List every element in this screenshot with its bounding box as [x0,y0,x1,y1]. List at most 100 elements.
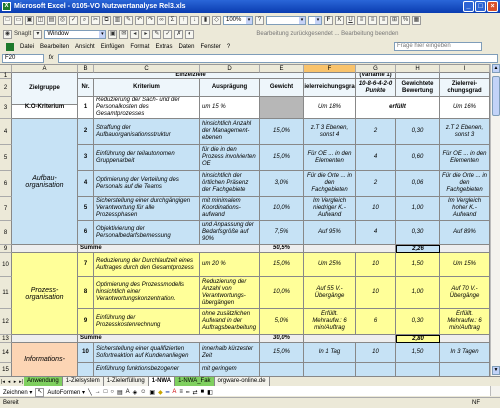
fill-color-icon[interactable]: ◆ [158,389,163,396]
nr-cell[interactable] [78,363,94,377]
zielerr-cell[interactable] [304,363,356,377]
auspraegung-cell[interactable]: ohne zusätzlichen Aufwand in der Auftrag… [200,309,260,335]
bewertung-cell[interactable]: 0,06 [396,171,440,197]
auspraegung-cell[interactable]: und Anpassung der Bedarfsgröße auf 90% [200,221,260,245]
pointer-icon[interactable]: ↖ [35,387,45,397]
copy-icon[interactable]: ⧉ [102,15,111,25]
col-header-d[interactable]: D [200,65,260,73]
auspraegung-cell[interactable]: Reduzierung der Anzahl von Verantwortung… [200,277,260,309]
zielerr-cell[interactable]: Auf 95% [304,221,356,245]
bewertung-cell[interactable] [396,363,440,377]
diagram-icon[interactable]: ◈ [133,389,138,396]
cut-icon[interactable]: ✂ [91,15,100,25]
clipart-icon[interactable]: ☺ [140,389,146,395]
punkte-cell[interactable]: 10 [356,343,396,363]
group-informations[interactable]: Informations- [12,343,78,377]
summe-bewertung[interactable]: 2,26 [396,245,440,253]
italic-icon[interactable]: K [335,15,344,25]
format-painter-icon[interactable]: ✎ [124,15,133,25]
worksheet-grid[interactable]: A B C D E F G H I 1 2 3 4 5 6 7 8 9 10 1… [0,64,490,396]
zi-cell[interactable]: Auf 89% [440,221,490,245]
line-icon[interactable]: ╲ [88,389,92,396]
gewicht-cell[interactable]: 10,0% [260,277,304,309]
row-header[interactable]: 14 [0,343,12,363]
menu-help[interactable]: ? [227,44,230,50]
row-header[interactable]: 3 [0,97,12,119]
kriterium-cell[interactable]: Reduzierung der Sach- und der Personalko… [94,97,200,119]
kriterium-cell[interactable]: Optimierung des Prozessmodells hinsichtl… [94,277,200,309]
review-reply-icon[interactable]: ✉ [119,29,129,39]
auspraegung-cell[interactable]: um 15 % [200,97,260,119]
borders-icon[interactable]: ▦ [412,15,421,25]
review-prev-icon[interactable]: ◂ [130,29,140,39]
gewicht-cell[interactable]: 10,0% [260,197,304,221]
zi-cell[interactable]: Um 16% [440,97,490,119]
auspraegung-cell[interactable]: mit geringem [200,363,260,377]
scroll-up-icon[interactable]: ▲ [492,64,500,73]
summe-gewicht[interactable]: 30,0% [260,335,304,343]
punkte-cell[interactable]: 10 [356,253,396,277]
bewertung-cell[interactable]: 1,50 [396,253,440,277]
nr-cell[interactable]: 9 [78,309,94,335]
nr-cell[interactable]: 7 [78,253,94,277]
vertical-scrollbar[interactable]: ▲ ▼ [490,64,500,396]
cell-f13[interactable] [304,335,396,343]
kriterium-header[interactable]: Kriterium [94,79,200,97]
row-header[interactable]: 4 [0,119,12,145]
gewicht-cell[interactable]: 15,0% [260,145,304,171]
gewicht-header[interactable]: Gewicht [260,79,304,97]
nr-cell[interactable]: 2 [78,119,94,145]
gewicht-cell[interactable]: 15,0% [260,343,304,363]
name-box[interactable]: F20 [2,53,44,63]
gewicht-cell[interactable]: 7,5% [260,221,304,245]
minimize-button[interactable]: _ [463,1,474,12]
cell-a9[interactable] [12,245,78,253]
kriterium-cell[interactable]: Objektivierung der Personalbedarfsbemess… [94,221,200,245]
snagit-icon[interactable]: ◉ [3,29,12,39]
zielerreichungsgrad-alt-header[interactable]: Zielerrei-chungsgrad [440,79,490,97]
fx-icon[interactable]: fx [46,55,56,61]
snagit-label[interactable]: SnagIt [14,31,31,37]
zeichnen-menu[interactable]: Zeichnen ▾ [3,389,32,396]
auspraegung-cell[interactable]: um 20 % [200,253,260,277]
cell-f9[interactable] [304,245,396,253]
punkte-cell[interactable]: 4 [356,221,396,245]
punkte-cell[interactable]: 2 [356,119,396,145]
zielerr-cell[interactable]: Im Vergleich niedriger K.-Aufwand [304,197,356,221]
col-header-c[interactable]: C [94,65,200,73]
open-icon[interactable]: ▭ [14,15,23,25]
permission-icon[interactable]: ◫ [36,15,45,25]
bewertung-cell[interactable]: 0,30 [396,309,440,335]
underline-icon[interactable]: U [346,15,355,25]
col-header-f[interactable]: F [304,65,356,73]
row-header[interactable]: 6 [0,171,12,197]
kriterium-cell[interactable]: Einführung der Prozesskostenrechnung [94,309,200,335]
summe-gewicht[interactable]: 50,5% [260,245,304,253]
kriterium-cell[interactable]: Straffung der Aufbauorganisationsstruktu… [94,119,200,145]
group-aufbau[interactable]: Aufbau-organisation [12,119,78,245]
hyperlink-icon[interactable]: ∞ [157,15,166,25]
snagit-window-combo[interactable]: Window ▾ [44,29,107,39]
tab-zielerfuellung[interactable]: 1-Zielerfüllung [103,377,149,386]
bewertung-cell[interactable]: 1,00 [396,197,440,221]
gewicht-cell[interactable]: 3,0% [260,171,304,197]
nr-cell[interactable]: 10 [78,343,94,363]
line-style-icon[interactable]: ≡ [179,389,183,395]
row-header[interactable]: 9 [0,245,12,253]
review-show-icon[interactable]: ◐ [185,29,195,39]
punkte-cell[interactable]: 10 [356,197,396,221]
row-header[interactable]: 5 [0,145,12,171]
bewertung-cell[interactable]: 0,30 [396,221,440,245]
bewertung-cell[interactable]: 0,60 [396,145,440,171]
zi-cell[interactable]: Auf 70 V.-Übergänge [440,277,490,309]
zielerr-cell[interactable]: z.T 3 Ebenen, sonst 4 [304,119,356,145]
summe-label[interactable]: Summe [78,335,260,343]
zielerreichungsgrad-header[interactable]: Zielerreichungsgrad [304,79,356,97]
auspraegung-header[interactable]: Ausprägung [200,79,260,97]
bewertung-cell[interactable]: 1,50 [396,343,440,363]
menu-extras[interactable]: Extras [155,44,172,50]
zi-cell[interactable]: z.T 2 Ebenen, sonst 3 [440,119,490,145]
kriterium-cell[interactable]: Sicherstellung einer qualifizierten Sofo… [94,343,200,363]
autoformen-menu[interactable]: AutoFormen ▾ [47,389,85,396]
punkte-cell[interactable]: 6 [356,309,396,335]
